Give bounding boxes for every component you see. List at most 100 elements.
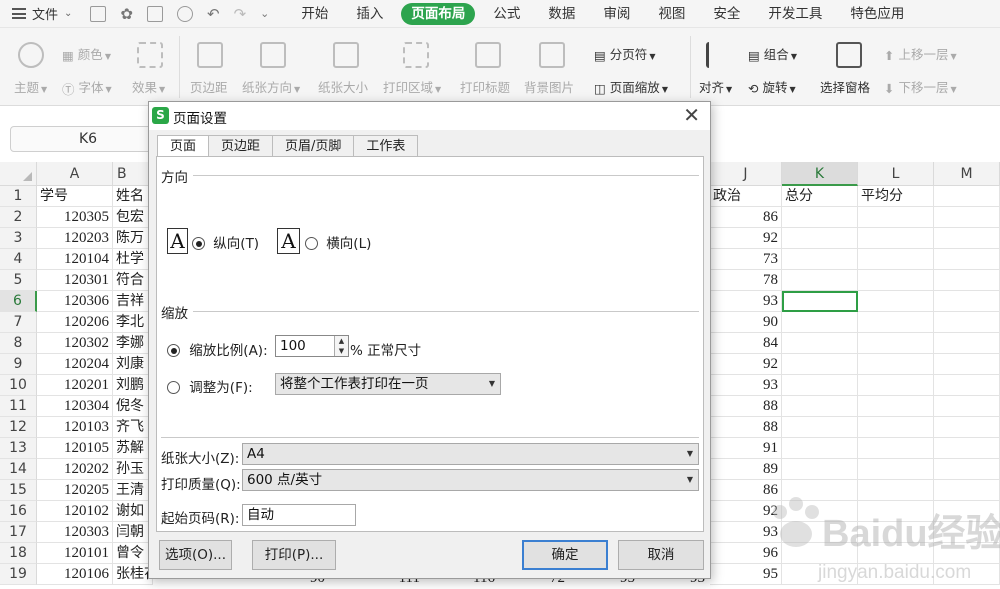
cell-m[interactable] [934,396,1000,417]
cell-average[interactable] [858,312,934,333]
row-header[interactable]: 7 [0,312,37,333]
cell-total[interactable] [782,375,858,396]
scale-ratio-radio[interactable]: 缩放比例(A): [167,339,268,359]
cell-average[interactable] [858,459,934,480]
cell-student-name[interactable]: 包宏 [113,207,153,228]
cell-total[interactable] [782,543,858,564]
rotate-button[interactable]: ⟲ 旋转 ▼ [748,77,796,96]
cell-student-name[interactable]: 杜学 [113,249,153,270]
cell-b1[interactable]: 姓名 [113,186,153,207]
cell-m[interactable] [934,522,1000,543]
cell-average[interactable] [858,543,934,564]
cell-total[interactable] [782,312,858,333]
tab-developer[interactable]: 开发工具 [754,0,836,28]
group-button[interactable]: ▤ 组合 ▼ [748,44,797,63]
print-preview-icon[interactable] [176,5,193,22]
effect-button[interactable]: 效果 ▼ [132,77,165,96]
cell-student-id[interactable]: 120201 [37,375,113,396]
print-quality-dropdown[interactable]: 600 点/英寸 ▼ [242,469,699,491]
cell-politics-score[interactable]: 73 [710,249,782,270]
cell-total[interactable] [782,354,858,375]
cell-total[interactable] [782,396,858,417]
cell-student-name[interactable]: 王清 [113,480,153,501]
cell-m[interactable] [934,438,1000,459]
cell-politics-score[interactable]: 93 [710,522,782,543]
cell-m[interactable] [934,480,1000,501]
row-header[interactable]: 8 [0,333,37,354]
cell-student-name[interactable]: 苏解 [113,438,153,459]
close-icon[interactable]: ✕ [683,104,700,126]
cell-politics-score[interactable]: 86 [710,480,782,501]
cell-average[interactable] [858,522,934,543]
cell-m[interactable] [934,312,1000,333]
cell-politics-score[interactable]: 90 [710,312,782,333]
tab-page-layout[interactable]: 页面布局 [401,2,476,25]
tab-view[interactable]: 视图 [644,0,699,28]
cell-student-name[interactable]: 李娜 [113,333,153,354]
tab-data[interactable]: 数据 [534,0,589,28]
row-header[interactable]: 4 [0,249,37,270]
row-header[interactable]: 11 [0,396,37,417]
file-menu-button[interactable]: 文件 ⌄ [0,0,82,28]
cell-student-name[interactable]: 齐飞 [113,417,153,438]
cell-m[interactable] [934,501,1000,522]
cell-total[interactable] [782,438,858,459]
cell-average[interactable] [858,228,934,249]
cell-student-id[interactable]: 120306 [37,291,113,312]
cell-politics-score[interactable]: 86 [710,207,782,228]
cell-politics-score[interactable]: 84 [710,333,782,354]
cell-student-id[interactable]: 120106 [37,564,113,585]
cell-student-name[interactable]: 曾令 [113,543,153,564]
scale-spinner[interactable]: ▲ ▼ [334,336,348,356]
print-button[interactable]: 打印(P)... [252,540,336,570]
print-icon[interactable] [146,5,163,22]
column-header-a[interactable]: A [37,162,113,186]
bring-forward-button[interactable]: ⬆ 上移一层 ▼ [884,44,957,63]
row-header[interactable]: 18 [0,543,37,564]
format-painter-icon[interactable]: ✿ [120,6,133,22]
cell-m[interactable] [934,417,1000,438]
cell-total[interactable] [782,480,858,501]
tab-security[interactable]: 安全 [699,0,754,28]
cell-average[interactable] [858,249,934,270]
cell-politics-score[interactable]: 92 [710,354,782,375]
cell-student-id[interactable]: 120102 [37,501,113,522]
cell-average[interactable] [858,417,934,438]
cell-average[interactable] [858,564,934,585]
cell-politics-score[interactable]: 92 [710,501,782,522]
cell-total[interactable] [782,459,858,480]
tab-page[interactable]: 页面 [157,135,210,158]
tab-margins[interactable]: 页边距 [208,135,274,157]
cell-m[interactable] [934,228,1000,249]
undo-icon[interactable]: ↶ [207,6,220,22]
cell-m[interactable] [934,270,1000,291]
cell-politics-score[interactable]: 93 [710,375,782,396]
row-header[interactable]: 13 [0,438,37,459]
cell-m[interactable] [934,375,1000,396]
cell-student-name[interactable]: 谢如 [113,501,153,522]
cell-student-name[interactable]: 吉祥 [113,291,153,312]
cell-total[interactable] [782,249,858,270]
tab-review[interactable]: 审阅 [589,0,644,28]
fit-to-dropdown[interactable]: 将整个工作表打印在一页 ▼ [275,373,501,395]
background-image-button[interactable]: 背景图片 [524,77,574,96]
redo-icon[interactable]: ↷ [234,6,247,22]
first-page-number-input[interactable]: 自动 [242,504,356,526]
cell-average[interactable] [858,333,934,354]
cell-average[interactable] [858,291,934,312]
send-backward-button[interactable]: ⬇ 下移一层 ▼ [884,77,957,96]
cell-student-id[interactable]: 120205 [37,480,113,501]
select-all-corner[interactable] [0,162,37,186]
cell-student-name[interactable]: 符合 [113,270,153,291]
landscape-radio[interactable]: 横向(L) [305,232,371,252]
cell-m[interactable] [934,543,1000,564]
cell-politics-score[interactable]: 88 [710,396,782,417]
cell-m[interactable] [934,249,1000,270]
row-header[interactable]: 1 [0,186,37,207]
tab-header-footer[interactable]: 页眉/页脚 [272,135,355,157]
cell-m1[interactable] [934,186,1000,207]
cell-student-id[interactable]: 120103 [37,417,113,438]
cell-student-name[interactable]: 刘鹏 [113,375,153,396]
tab-home[interactable]: 开始 [287,0,342,28]
cell-student-id[interactable]: 120101 [37,543,113,564]
